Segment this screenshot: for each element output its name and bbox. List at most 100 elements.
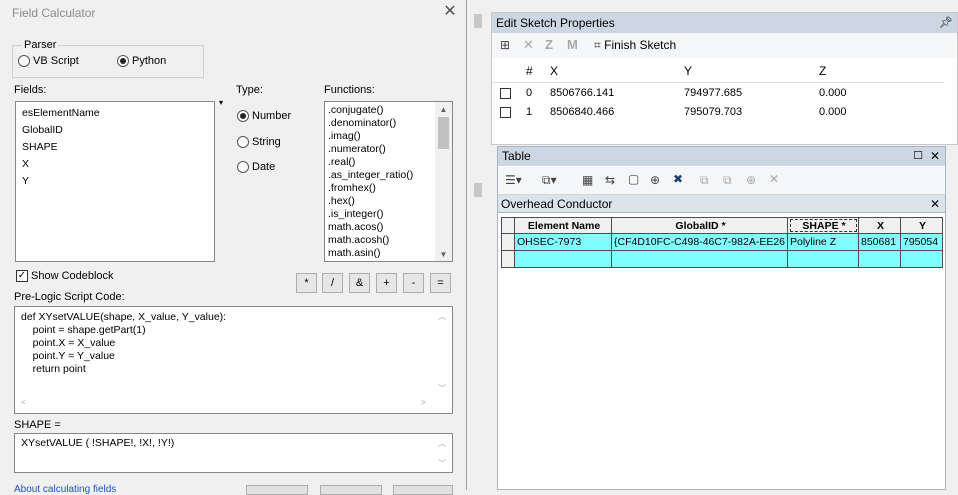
function-item[interactable]: .is_integer()	[325, 208, 452, 221]
cell-y[interactable]: 795054	[901, 234, 943, 251]
cell-x[interactable]: 850681	[859, 234, 901, 251]
function-item[interactable]: .fromhex()	[325, 182, 452, 195]
row-y[interactable]: 794977.685	[684, 87, 742, 99]
pin-icon[interactable]: 📌︎	[939, 13, 953, 33]
field-item[interactable]: X	[16, 156, 214, 173]
function-item[interactable]: .as_integer_ratio()	[325, 169, 452, 182]
row-z[interactable]: 0.000	[819, 106, 847, 118]
scroll-right-icon[interactable]: >	[421, 398, 426, 407]
function-item[interactable]: math.acosh()	[325, 234, 452, 247]
chevron-down-icon[interactable]: ▾	[219, 98, 223, 107]
expression-label: SHAPE =	[14, 419, 61, 431]
minus-button[interactable]: -	[403, 273, 424, 293]
sketch-properties-icon[interactable]: ⊞	[500, 38, 510, 52]
scroll-down-icon[interactable]: ﹀	[438, 458, 446, 469]
related-tables-icon[interactable]: ⧉▾	[542, 173, 557, 188]
field-item[interactable]: GlobalID	[16, 122, 214, 139]
fields-list[interactable]: esElementName GlobalID SHAPE X Y	[15, 101, 215, 262]
column-header[interactable]: X	[859, 217, 901, 234]
equals-button[interactable]: =	[430, 273, 451, 293]
divide-button[interactable]: /	[322, 273, 343, 293]
close-icon[interactable]: ✕	[441, 3, 459, 21]
scroll-up-icon[interactable]: ︿	[438, 438, 446, 449]
field-item[interactable]: Y	[16, 173, 214, 190]
copy-icon[interactable]: ⧉	[700, 173, 709, 188]
plus-button[interactable]: +	[376, 273, 397, 293]
delete-selected-icon[interactable]: ✖	[673, 172, 683, 186]
row-checkbox[interactable]	[500, 88, 511, 99]
help-button[interactable]	[393, 485, 453, 495]
select-by-attributes-icon[interactable]: ▦	[582, 173, 593, 187]
scroll-up-icon[interactable]: ▲	[435, 105, 452, 114]
function-item[interactable]: .imag()	[325, 130, 452, 143]
scroll-up-icon[interactable]: ︿	[438, 311, 446, 322]
scroll-down-icon[interactable]: ▼	[435, 250, 452, 259]
new-row-cell[interactable]	[612, 251, 788, 268]
sketch-row[interactable]: 0 8506766.141 794977.685 0.000	[492, 85, 944, 104]
clear-selection-icon[interactable]: ▢	[628, 172, 639, 186]
function-item[interactable]: math.asin()	[325, 247, 452, 260]
delete-vertex-icon[interactable]: ✕	[523, 37, 534, 53]
function-item[interactable]: .numerator()	[325, 143, 452, 156]
maximize-icon[interactable]: ☐	[913, 147, 923, 166]
column-header[interactable]: GlobalID *	[612, 217, 788, 234]
type-number-radio[interactable]: Number	[237, 110, 291, 123]
row-x[interactable]: 8506766.141	[550, 87, 614, 99]
type-date-radio[interactable]: Date	[237, 161, 275, 174]
paste-icon[interactable]: ⧉	[723, 173, 732, 188]
close-icon[interactable]: ✕	[930, 147, 940, 166]
cell-shape[interactable]: Polyline Z	[788, 234, 859, 251]
layer-tab[interactable]: Overhead Conductor ✕	[498, 195, 945, 213]
expression-textarea[interactable]: XYsetVALUE ( !SHAPE!, !X!, !Y!) ︿ ﹀	[14, 433, 453, 473]
scroll-thumb[interactable]	[438, 117, 449, 149]
sketch-grid-header: # X Y Z	[492, 59, 944, 83]
field-item[interactable]: SHAPE	[16, 139, 214, 156]
switch-selection-icon[interactable]: ⇆	[605, 173, 615, 187]
row-selector[interactable]	[501, 234, 515, 251]
column-header[interactable]: Y	[901, 217, 943, 234]
parser-vbscript-radio[interactable]: VB Script	[18, 55, 79, 68]
row-x[interactable]: 8506840.466	[550, 106, 614, 118]
row-z[interactable]: 0.000	[819, 87, 847, 99]
new-row-cell[interactable]	[515, 251, 612, 268]
sketch-row[interactable]: 1 8506840.466 795079.703 0.000	[492, 104, 944, 123]
column-header[interactable]: Element Name	[515, 217, 612, 234]
splitter-grip[interactable]	[474, 14, 482, 28]
function-item[interactable]: .denominator()	[325, 117, 452, 130]
zoom-to-selected-icon[interactable]: ⊕	[650, 173, 660, 187]
new-row-cell[interactable]	[859, 251, 901, 268]
zoom-icon[interactable]: ⊕	[746, 173, 756, 187]
table-options-icon[interactable]: ☰▾	[505, 173, 522, 187]
scroll-down-icon[interactable]: ﹀	[438, 383, 446, 394]
prelogic-code-textarea[interactable]: def XYsetVALUE(shape, X_value, Y_value):…	[14, 306, 453, 414]
splitter-grip[interactable]	[474, 183, 482, 197]
function-item[interactable]: .conjugate()	[325, 104, 452, 117]
show-codeblock-checkbox[interactable]: ✓ Show Codeblock	[16, 270, 114, 283]
new-row-selector[interactable]	[501, 251, 515, 268]
close-icon[interactable]: ✕	[930, 195, 940, 213]
functions-list[interactable]: .conjugate() .denominator() .imag() .num…	[324, 101, 453, 262]
function-item[interactable]: .real()	[325, 156, 452, 169]
z-icon[interactable]: Z	[545, 37, 553, 52]
new-row-cell[interactable]	[788, 251, 859, 268]
new-row-cell[interactable]	[901, 251, 943, 268]
function-item[interactable]: .hex()	[325, 195, 452, 208]
column-header[interactable]: SHAPE *	[788, 217, 859, 234]
field-item[interactable]: esElementName	[16, 105, 214, 122]
multiply-button[interactable]: *	[296, 273, 317, 293]
ampersand-button[interactable]: &	[349, 273, 370, 293]
finish-sketch-button[interactable]: ⌗ Finish Sketch	[594, 38, 676, 53]
row-y[interactable]: 795079.703	[684, 106, 742, 118]
save-button[interactable]	[320, 485, 382, 495]
row-checkbox[interactable]	[500, 107, 511, 118]
delete-icon[interactable]: ✕	[769, 172, 779, 186]
m-icon[interactable]: M	[567, 37, 578, 52]
type-string-radio[interactable]: String	[237, 136, 281, 149]
cell-globalid[interactable]: {CF4D10FC-C498-46C7-982A-EE26	[612, 234, 788, 251]
cell-element-name[interactable]: OHSEC-7973	[515, 234, 612, 251]
functions-scrollbar[interactable]: ▲ ▼	[435, 102, 452, 261]
scroll-left-icon[interactable]: <	[21, 398, 26, 407]
parser-python-radio[interactable]: Python	[117, 55, 166, 68]
load-button[interactable]	[246, 485, 308, 495]
function-item[interactable]: math.acos()	[325, 221, 452, 234]
